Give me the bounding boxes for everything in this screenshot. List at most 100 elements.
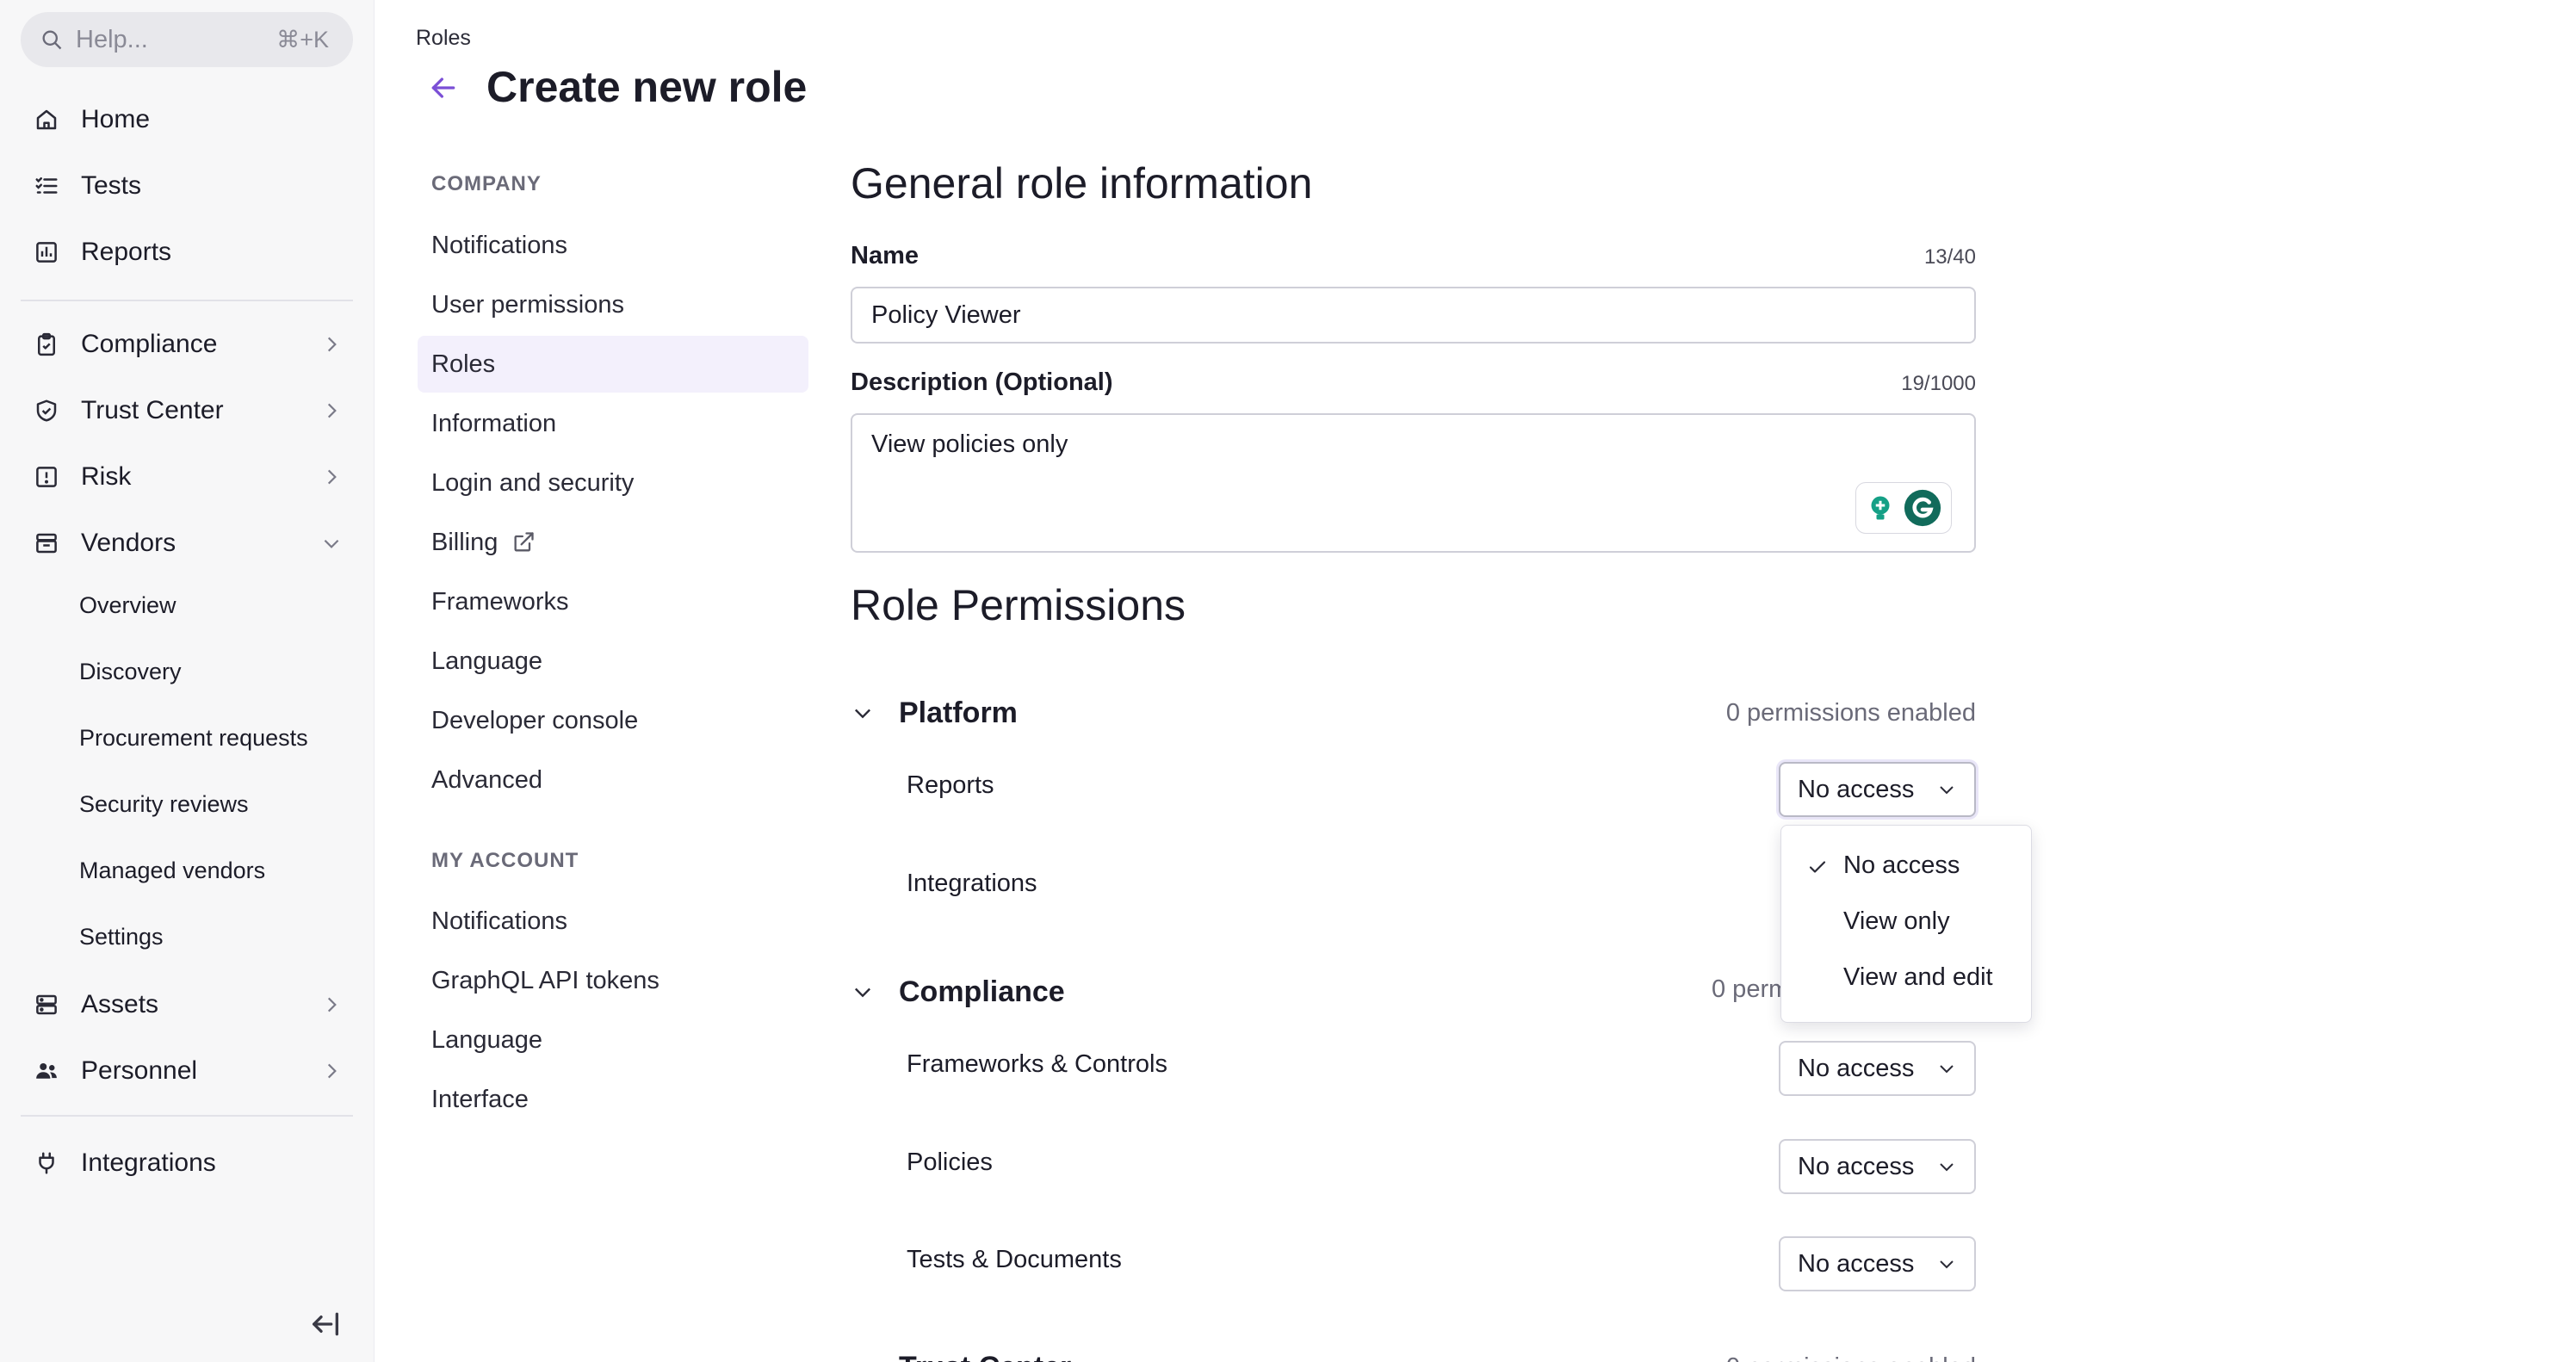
dropdown-option-no-access[interactable]: No access — [1781, 838, 2031, 894]
vendors-sub-overview[interactable]: Overview — [79, 581, 176, 629]
settings-login-security[interactable]: Login and security — [418, 455, 808, 511]
settings-item-label: Interface — [431, 1085, 529, 1113]
perm-policies-label: Policies — [907, 1148, 993, 1176]
description-textarea[interactable]: View policies only — [851, 413, 1976, 553]
page-title: Create new role — [486, 63, 808, 111]
settings-item-label: Login and security — [431, 468, 635, 497]
chevron-right-icon — [327, 1063, 337, 1079]
clipboard-check-icon — [38, 332, 55, 356]
nav-vendors[interactable]: Vendors — [21, 517, 353, 570]
perm-tests-value: No access — [1798, 1249, 1915, 1278]
settings-item-label: Notifications — [431, 907, 567, 935]
list-check-icon — [35, 177, 58, 194]
perm-frameworks-label: Frameworks & Controls — [907, 1050, 1167, 1078]
dropdown-option-label: No access — [1843, 851, 1960, 879]
perm-integrations-label: Integrations — [907, 870, 1037, 897]
bar-chart-icon — [36, 242, 57, 263]
dropdown-option-label: View and edit — [1843, 963, 1993, 991]
sidebar-divider — [21, 300, 353, 301]
nav-integrations-label: Integrations — [81, 1148, 216, 1177]
name-input[interactable]: Policy Viewer — [851, 287, 1976, 344]
settings-frameworks[interactable]: Frameworks — [418, 573, 808, 630]
section-trust-count: 0 permissions enabled — [1726, 1353, 1976, 1362]
section-platform[interactable]: Platform 0 permissions enabled — [851, 689, 1976, 737]
settings-interface[interactable]: Interface — [418, 1071, 808, 1128]
external-link-icon — [514, 532, 535, 552]
settings-developer-console[interactable]: Developer console — [418, 692, 808, 749]
access-dropdown-menu: No access View only View and edit — [1780, 825, 2032, 1023]
nav-integrations[interactable]: Integrations — [21, 1136, 353, 1190]
perm-frameworks-select[interactable]: No access — [1779, 1041, 1976, 1096]
nav-trust-center-label: Trust Center — [81, 396, 224, 424]
settings-item-label: Information — [431, 409, 557, 437]
perm-reports-value: No access — [1798, 775, 1915, 803]
chevron-down-icon — [1940, 1065, 1954, 1074]
breadcrumb[interactable]: Roles — [416, 26, 471, 51]
settings-item-label: Developer console — [431, 706, 639, 734]
shield-check-icon — [36, 399, 57, 422]
perm-policies-select[interactable]: No access — [1779, 1139, 1976, 1194]
description-counter: 19/1000 — [1901, 372, 1976, 395]
nav-trust-center[interactable]: Trust Center — [21, 384, 353, 437]
nav-tests-label: Tests — [81, 171, 142, 200]
vendors-sub-discovery[interactable]: Discovery — [79, 647, 182, 696]
back-arrow-icon[interactable] — [426, 71, 461, 105]
nav-risk[interactable]: Risk — [21, 450, 353, 504]
dropdown-option-view-edit[interactable]: View and edit — [1781, 950, 2031, 1006]
chevron-right-icon — [327, 403, 337, 418]
nav-assets-label: Assets — [81, 990, 159, 1018]
name-input-value: Policy Viewer — [871, 300, 1021, 329]
name-counter: 13/40 — [1923, 245, 1976, 269]
nav-tests[interactable]: Tests — [21, 159, 353, 213]
perm-frameworks-value: No access — [1798, 1054, 1915, 1082]
perm-tests-label: Tests & Documents — [907, 1246, 1122, 1273]
app-sidebar: Help... ⌘+K Home Tests Reports Complianc… — [0, 0, 375, 1362]
vendors-sub-managed[interactable]: Managed vendors — [79, 846, 265, 895]
chevron-down-icon — [855, 987, 870, 998]
server-icon — [36, 994, 57, 1015]
nav-reports[interactable]: Reports — [21, 226, 353, 279]
vendors-sub-procurement[interactable]: Procurement requests — [79, 714, 308, 762]
plug-icon — [39, 1152, 54, 1174]
settings-account-notifications[interactable]: Notifications — [418, 893, 808, 950]
nav-home[interactable]: Home — [21, 93, 353, 146]
settings-graphql-tokens[interactable]: GraphQL API tokens — [418, 952, 808, 1009]
vendors-sub-security-reviews[interactable]: Security reviews — [79, 780, 249, 828]
settings-item-label: Frameworks — [431, 587, 569, 616]
chevron-down-icon — [324, 539, 339, 548]
section-trust-center[interactable]: Trust Center 0 permissions enabled — [851, 1343, 1976, 1362]
settings-user-permissions[interactable]: User permissions — [418, 276, 808, 333]
perm-reports-select[interactable]: No access — [1779, 762, 1976, 817]
dropdown-option-view-only[interactable]: View only — [1781, 894, 2031, 950]
settings-roles[interactable]: Roles — [418, 336, 808, 393]
settings-account-language[interactable]: Language — [418, 1012, 808, 1068]
settings-item-label: GraphQL API tokens — [431, 966, 659, 994]
nav-assets[interactable]: Assets — [21, 978, 353, 1031]
perm-tests-select[interactable]: No access — [1779, 1236, 1976, 1291]
nav-home-label: Home — [81, 105, 151, 133]
section-platform-name: Platform — [899, 696, 1018, 729]
alert-square-icon — [36, 467, 57, 487]
nav-compliance[interactable]: Compliance — [21, 318, 353, 371]
collapse-sidebar-icon[interactable] — [308, 1307, 343, 1341]
settings-language[interactable]: Language — [418, 633, 808, 690]
nav-personnel[interactable]: Personnel — [21, 1044, 353, 1098]
search-input[interactable]: Help... ⌘+K — [21, 12, 353, 67]
settings-item-label: User permissions — [431, 290, 624, 319]
sidebar-divider — [21, 1115, 353, 1117]
settings-item-label: Language — [431, 647, 543, 675]
settings-item-label: Billing — [431, 528, 498, 556]
general-info-heading: General role information — [851, 159, 1313, 207]
search-placeholder: Help... — [76, 25, 148, 53]
search-icon — [42, 30, 62, 50]
settings-billing[interactable]: Billing — [418, 514, 808, 571]
chevron-right-icon — [327, 997, 337, 1012]
nav-compliance-label: Compliance — [81, 330, 218, 358]
settings-item-label: Roles — [431, 350, 496, 378]
vendors-sub-settings[interactable]: Settings — [79, 913, 164, 961]
settings-advanced[interactable]: Advanced — [418, 752, 808, 808]
settings-information[interactable]: Information — [418, 395, 808, 452]
perm-reports-label: Reports — [907, 771, 994, 799]
settings-notifications[interactable]: Notifications — [418, 217, 808, 274]
grammarly-widget[interactable] — [1855, 482, 1952, 534]
